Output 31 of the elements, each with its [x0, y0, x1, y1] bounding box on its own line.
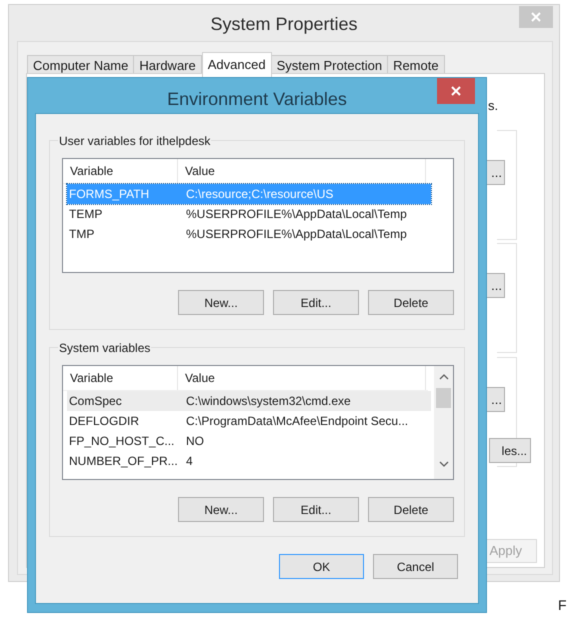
dialog-button[interactable]: Edit...	[273, 497, 359, 522]
list-row[interactable]: NUMBER_OF_PR... 4	[67, 451, 431, 471]
window-title: System Properties	[210, 13, 358, 36]
scrollbar[interactable]	[434, 366, 453, 479]
column-header[interactable]: Value	[178, 366, 426, 390]
list-row[interactable]: TMP %USERPROFILE%\AppData\Local\Temp	[67, 224, 431, 244]
partial-text: F	[558, 597, 567, 613]
close-icon	[531, 12, 541, 22]
scroll-down-icon[interactable]	[439, 461, 449, 467]
dialog-button[interactable]: Delete	[368, 290, 454, 315]
dialog-button[interactable]: New...	[178, 497, 264, 522]
scrollbar-thumb[interactable]	[436, 388, 451, 408]
ok-button[interactable]: OK	[279, 554, 364, 579]
list-row[interactable]: TEMP %USERPROFILE%\AppData\Local\Temp	[67, 204, 431, 224]
column-header[interactable]: Variable	[63, 366, 178, 390]
environment-variables-button[interactable]: les...	[489, 438, 531, 463]
close-button[interactable]	[437, 78, 475, 104]
scroll-up-icon[interactable]	[439, 374, 449, 380]
tab[interactable]: Advanced	[202, 52, 272, 77]
dialog-title: Environment Variables	[167, 88, 347, 111]
variable-list[interactable]: Variable Value ComSpec C:\windows\system32\cmd.exe DEFLOGDIR C:\ProgramData\McAfee\Endpoint Secu... FP_NO_HOST_C... NO NUMBER_OF_PR... 4	[62, 365, 454, 480]
dialog-button[interactable]: Edit...	[273, 290, 359, 315]
list-row[interactable]: DEFLOGDIR C:\ProgramData\McAfee\Endpoint Secu...	[67, 411, 431, 431]
close-icon	[451, 86, 461, 96]
description-text: s.	[488, 97, 498, 115]
dialog-button[interactable]: Delete	[368, 497, 454, 522]
dialog-button[interactable]: New...	[178, 290, 264, 315]
cancel-button[interactable]: Cancel	[373, 554, 458, 579]
variable-list[interactable]: Variable Value FORMS_PATH C:\resource;C:\resource\US TEMP %USERPROFILE%\AppData\Local\Temp TMP %USERPROFILE%\AppData\Local\Temp	[62, 158, 454, 273]
list-row[interactable]: ComSpec C:\windows\system32\cmd.exe	[67, 391, 431, 411]
list-row[interactable]: FP_NO_HOST_C... NO	[67, 431, 431, 451]
